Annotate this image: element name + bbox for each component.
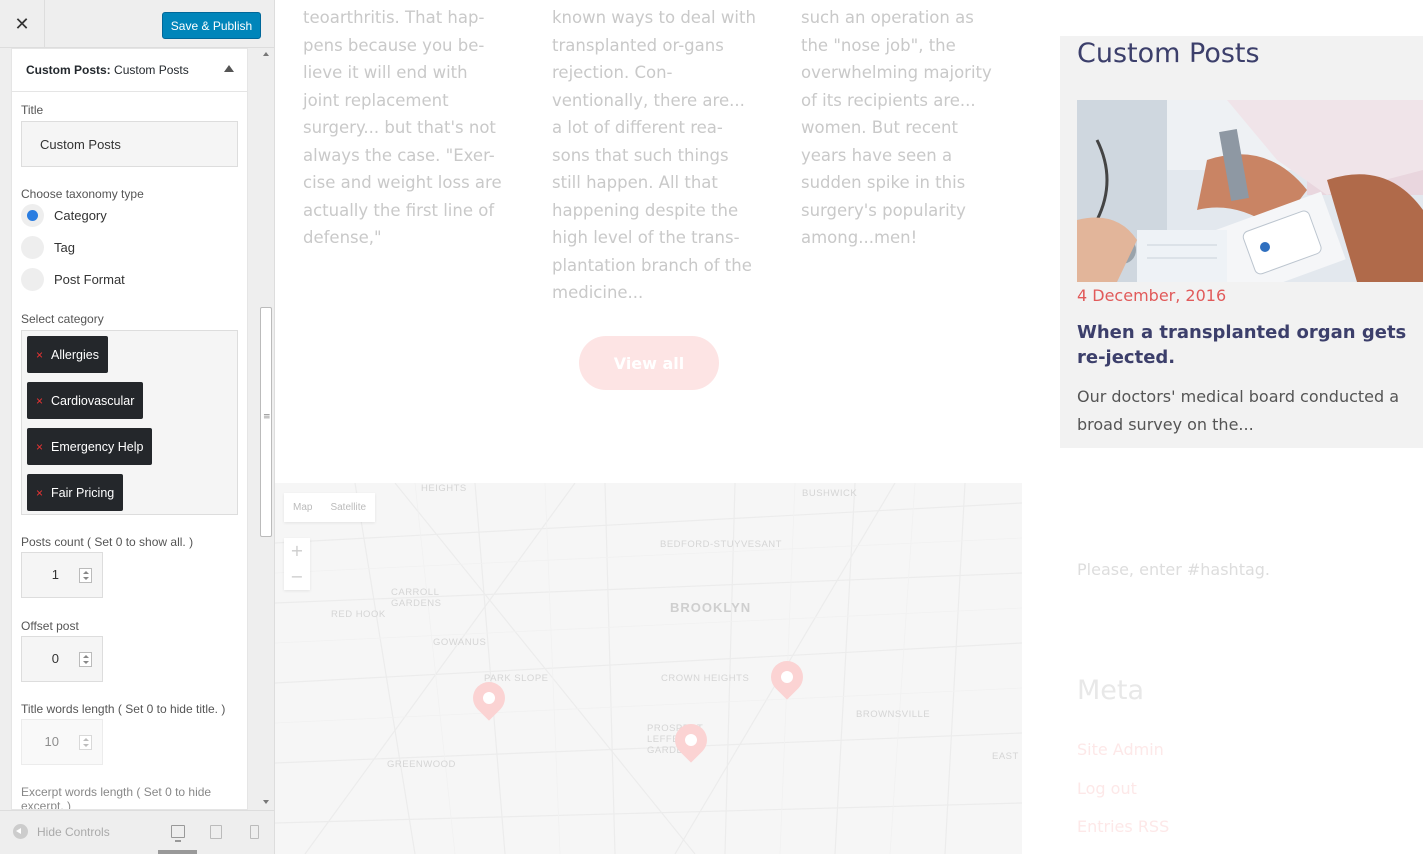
custom-posts-widget: Custom Posts: Custom Posts Title Custom … [11,48,248,810]
title-words-stepper[interactable]: 10 [21,719,103,765]
radio-post-format[interactable]: Post Format [21,268,125,291]
title-input[interactable]: Custom Posts [21,121,238,167]
spinner-arrows-icon[interactable] [79,568,92,583]
meta-link-log-out[interactable]: Log out [1077,779,1137,798]
view-all-button[interactable]: View all [579,336,719,390]
radio-label-category: Category [54,208,107,223]
post-excerpt: Our doctors' medical board conducted a b… [1077,387,1400,434]
site-preview: teoarthritis. That hap-pens because you … [275,0,1423,854]
customizer-header: ✕ Save & Publish [0,0,274,48]
post-title-link[interactable]: When a transplanted organ gets re-jected… [1077,320,1420,370]
offset-value: 0 [51,651,59,666]
custom-posts-widget-preview: Custom Posts 4 December, 2016 When a tra… [1060,36,1423,448]
map-streets [275,483,1022,854]
category-label: Select category [21,312,104,326]
save-publish-button[interactable]: Save & Publish [162,12,261,39]
tablet-preview-icon[interactable] [210,825,222,839]
map-label: GOWANUS [433,637,487,648]
posts-count-label: Posts count ( Set 0 to show all. ) [21,535,194,549]
collapse-icon [13,824,28,839]
blood-pressure-photo [1077,100,1423,282]
map-label: BEDFORD-STUYVESANT [660,539,782,550]
meta-link-site-admin[interactable]: Site Admin [1077,740,1164,759]
scroll-up-icon[interactable] [263,52,269,56]
category-select[interactable]: × Allergies × Cardiovascular × Emergency… [21,330,238,515]
post-excerpt-column: teoarthritis. That hap-pens because you … [303,8,502,247]
category-tag: × Allergies [27,336,108,373]
widget-header-title: Custom Posts [114,63,189,77]
category-tag: × Cardiovascular [27,382,144,419]
offset-stepper[interactable]: 0 [21,636,103,682]
category-tag-label: Emergency Help [51,439,144,454]
map-label: CARROLL GARDENS [391,587,442,609]
category-tag-label: Fair Pricing [51,485,115,500]
spinner-arrows-icon[interactable] [79,652,92,667]
map-type-control: Map Satellite [284,493,376,522]
scroll-down-icon[interactable] [263,800,269,804]
map-label: CROWN HEIGHTS [661,673,750,684]
map-type-map[interactable]: Map [284,493,321,522]
remove-tag-icon[interactable]: × [36,486,43,500]
radio-checked-icon[interactable] [21,204,44,227]
radio-unchecked-icon[interactable] [21,236,44,259]
customizer-panel: ✕ Save & Publish Custom Posts: Custom Po… [0,0,275,854]
title-label: Title [21,103,44,117]
post-excerpt-column: such an operation as the "nose job", the… [801,8,992,247]
radio-tag[interactable]: Tag [21,236,75,259]
widget-header[interactable]: Custom Posts: Custom Posts [12,49,247,92]
map-label: BROWNSVILLE [856,709,931,720]
meta-widget-title: Meta [1077,675,1145,706]
map-label: GREENWOOD [387,759,456,770]
widget-header-prefix: Custom Posts: [26,63,111,77]
zoom-in-button[interactable]: + [284,538,310,564]
radio-label-tag: Tag [54,240,75,255]
spinner-arrows-icon[interactable] [79,735,92,750]
desktop-preview-icon[interactable] [171,825,185,842]
map-label: RED HOOK [331,609,386,620]
remove-tag-icon[interactable]: × [36,394,43,408]
taxonomy-label: Choose taxonomy type [21,187,144,201]
panel-scrollbar[interactable] [258,48,274,810]
map-label: BROOKLYN [670,600,752,615]
category-tag: × Emergency Help [27,428,153,465]
post-date: 4 December, 2016 [1077,286,1227,305]
remove-tag-icon[interactable]: × [36,348,43,362]
radio-label-post-format: Post Format [54,272,125,287]
radio-category[interactable]: Category [21,204,107,227]
map-type-satellite[interactable]: Satellite [321,493,375,522]
map[interactable]: Map Satellite + − HEIGHTS BUSHWICK BEDFO… [275,483,1022,854]
collapse-arrow-icon[interactable] [224,65,234,72]
scroll-thumb[interactable] [260,307,272,537]
hide-controls-button[interactable]: Hide Controls [13,824,110,839]
mobile-preview-icon[interactable] [250,825,259,839]
title-words-value: 10 [44,734,59,749]
hide-controls-label: Hide Controls [37,824,110,839]
remove-tag-icon[interactable]: × [36,440,43,454]
hashtag-placeholder: Please, enter #hashtag. [1077,560,1271,579]
post-thumbnail[interactable] [1077,100,1423,282]
posts-count-stepper[interactable]: 1 [21,552,103,598]
close-icon[interactable]: ✕ [0,0,45,48]
map-label: EAST [992,751,1019,762]
radio-unchecked-icon[interactable] [21,268,44,291]
excerpt-words-label: Excerpt words length ( Set 0 to hide exc… [21,785,212,810]
post-excerpt-column: known ways to deal with transplanted or-… [552,8,756,302]
customizer-footer: Hide Controls [0,810,274,854]
zoom-control: + − [284,538,310,590]
map-label: HEIGHTS [421,483,467,494]
offset-label: Offset post [21,619,79,633]
category-tag: × Fair Pricing [27,474,124,511]
active-device-indicator [158,850,197,854]
zoom-out-button[interactable]: − [284,564,310,590]
widget-title: Custom Posts [1077,38,1260,69]
title-words-label: Title words length ( Set 0 to hide title… [21,702,226,716]
map-label: BUSHWICK [802,488,858,499]
category-tag-label: Allergies [51,347,99,362]
posts-count-value: 1 [51,567,59,582]
meta-link-entries-rss[interactable]: Entries RSS [1077,817,1169,836]
category-tag-label: Cardiovascular [51,393,135,408]
